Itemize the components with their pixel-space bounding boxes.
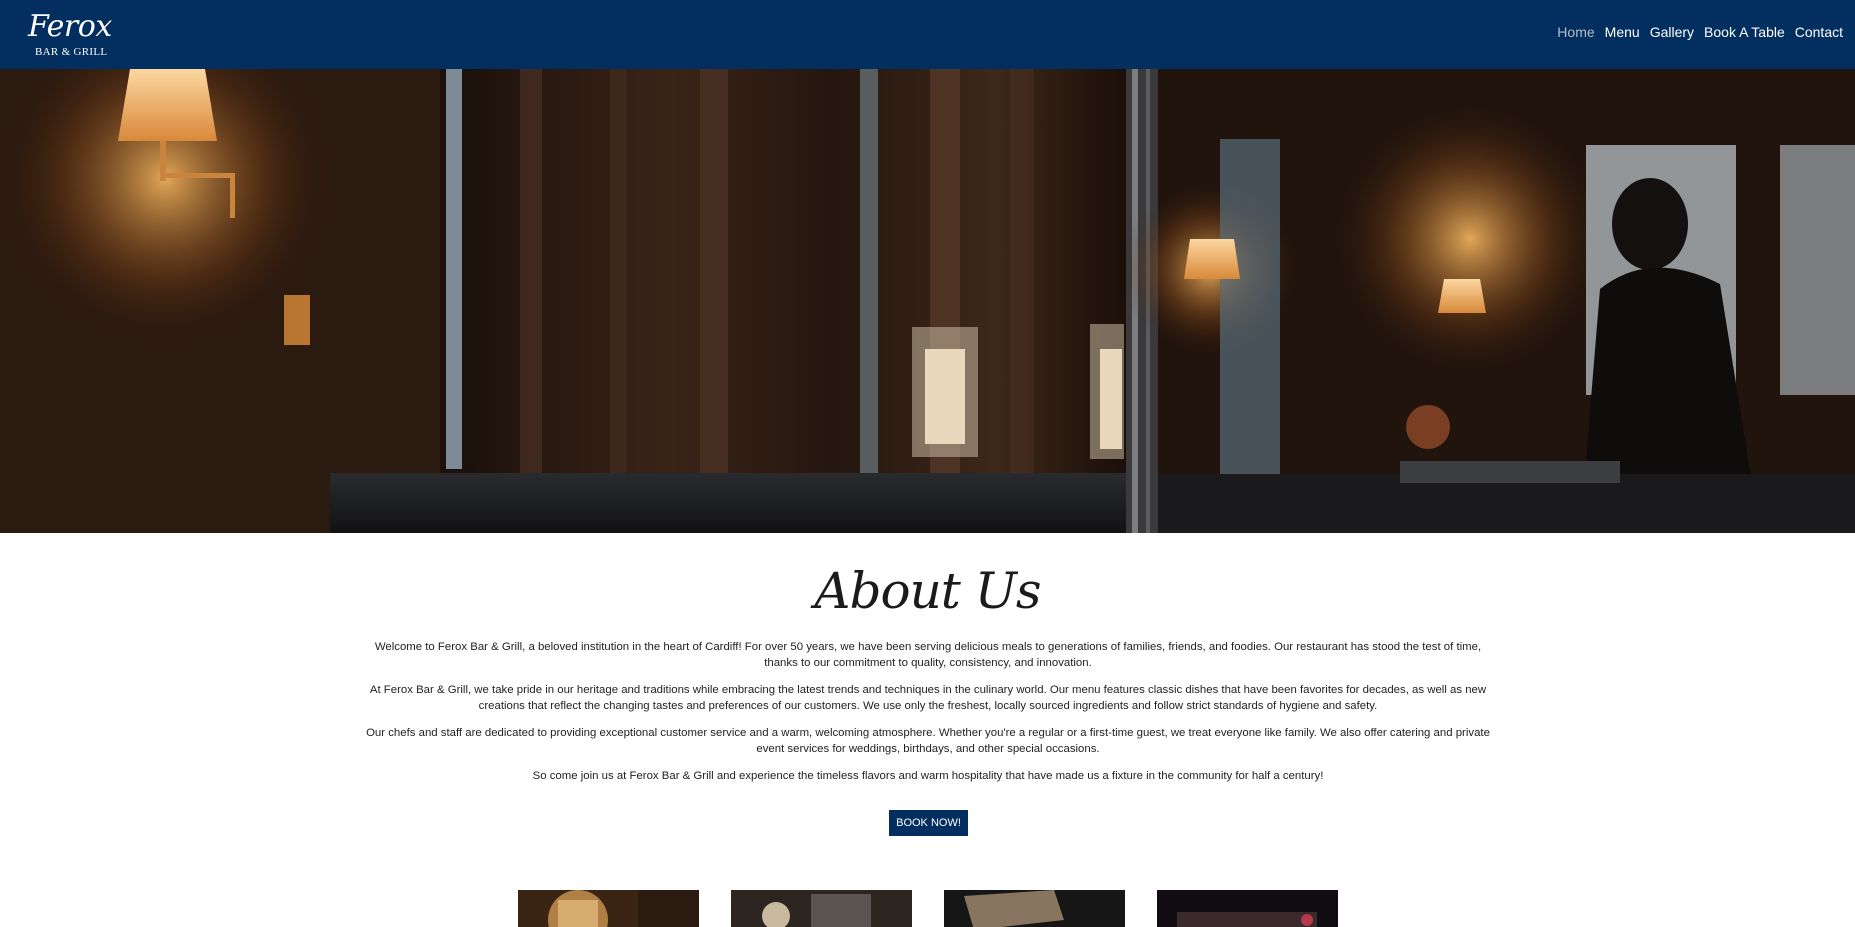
thumbnail-image bbox=[944, 890, 1125, 927]
book-now-button[interactable]: BOOK NOW! bbox=[889, 810, 968, 836]
about-paragraph-2: At Ferox Bar & Grill, we take pride in o… bbox=[369, 684, 1487, 712]
brand-name: Ferox bbox=[28, 9, 112, 44]
nav-book-a-table[interactable]: Book A Table bbox=[1704, 22, 1785, 42]
brand-tagline: BAR & GRILL bbox=[35, 46, 108, 58]
nav-gallery[interactable]: Gallery bbox=[1650, 22, 1694, 42]
about-paragraph-4: So come join us at Ferox Bar & Grill and… bbox=[532, 770, 1324, 782]
brand-logo[interactable]: Ferox BAR & GRILL bbox=[28, 8, 118, 60]
gallery-thumbnail[interactable] bbox=[944, 890, 1125, 927]
thumbnail-image bbox=[518, 890, 699, 927]
about-paragraph-1: Welcome to Ferox Bar & Grill, a beloved … bbox=[374, 641, 1482, 669]
about-section: About Us Welcome to Ferox Bar & Grill, a… bbox=[0, 533, 1855, 927]
hero-image bbox=[0, 69, 1855, 533]
thumbnail-image bbox=[731, 890, 912, 927]
about-paragraph-3: Our chefs and staff are dedicated to pro… bbox=[366, 727, 1490, 755]
nav-menu[interactable]: Menu bbox=[1605, 22, 1640, 42]
nav-contact[interactable]: Contact bbox=[1795, 22, 1843, 42]
nav-home[interactable]: Home bbox=[1557, 22, 1594, 42]
gallery-thumbnail[interactable] bbox=[518, 890, 699, 927]
gallery-thumbnail[interactable] bbox=[731, 890, 912, 927]
main-nav: Home Menu Gallery Book A Table Contact bbox=[1557, 22, 1843, 42]
restaurant-interior-image bbox=[0, 69, 1855, 533]
thumbnail-image bbox=[1157, 890, 1338, 927]
about-text: Welcome to Ferox Bar & Grill, a beloved … bbox=[366, 639, 1490, 795]
gallery-thumbnails bbox=[518, 890, 1338, 927]
navbar: Ferox BAR & GRILL Home Menu Gallery Book… bbox=[0, 0, 1855, 69]
about-title: About Us bbox=[814, 562, 1041, 620]
gallery-thumbnail[interactable] bbox=[1157, 890, 1338, 927]
